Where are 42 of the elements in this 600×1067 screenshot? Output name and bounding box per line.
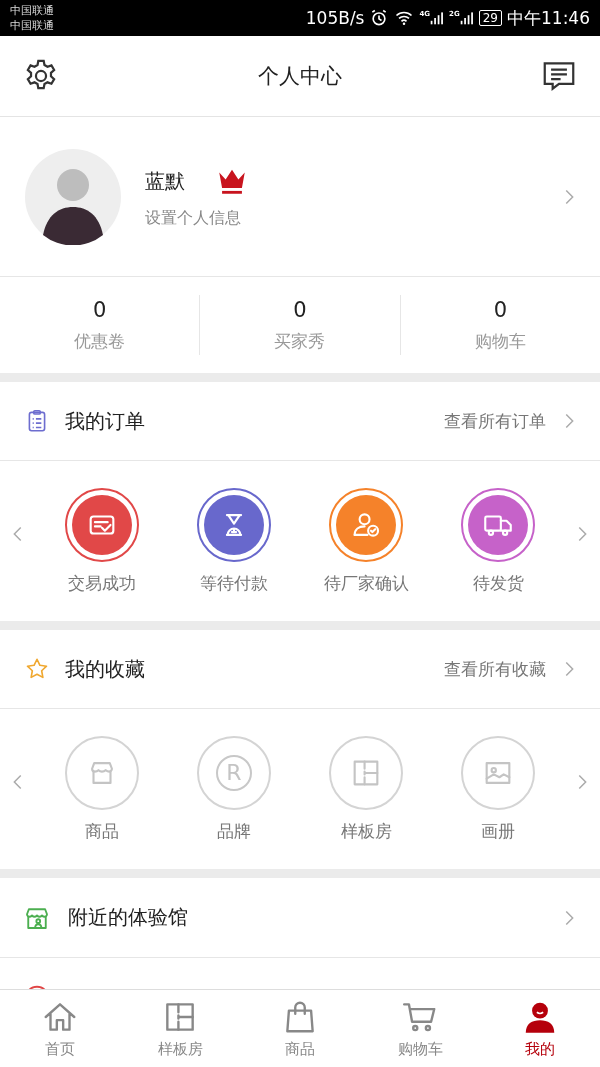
category-button[interactable] bbox=[197, 487, 271, 562]
category-button[interactable] bbox=[329, 487, 403, 562]
network-speed: 105B/s bbox=[305, 8, 365, 28]
category-label: 品牌 bbox=[217, 819, 251, 843]
category-label: 待发货 bbox=[472, 571, 524, 595]
tab[interactable]: 购物车 bbox=[360, 990, 480, 1067]
section-title: 我的订单 bbox=[65, 407, 146, 435]
stat-label: 购物车 bbox=[474, 329, 526, 353]
profile-subtitle: 设置个人信息 bbox=[145, 208, 242, 229]
stat-label: 优惠卷 bbox=[74, 329, 126, 353]
carrier-name: 中国联通 bbox=[10, 18, 54, 33]
tab[interactable]: 样板房 bbox=[120, 990, 240, 1067]
category-label: 交易成功 bbox=[68, 571, 136, 595]
section-header[interactable]: 我的订单 查看所有订单 bbox=[0, 382, 600, 461]
clock-time: 中午11:46 bbox=[507, 6, 590, 30]
section-header[interactable]: 我的收藏 查看所有收藏 bbox=[0, 630, 600, 709]
page-title: 个人中心 bbox=[258, 63, 342, 90]
tab[interactable]: 我的 bbox=[480, 990, 600, 1067]
category-label: 等待付款 bbox=[200, 571, 268, 595]
menu-item[interactable]: 附近的体验馆 bbox=[0, 878, 600, 958]
user-name: 蓝默 bbox=[145, 167, 185, 195]
stat-value: 0 bbox=[493, 297, 507, 322]
category-button[interactable] bbox=[461, 487, 535, 562]
category-label: 样板房 bbox=[340, 819, 392, 843]
view-all-link: 查看所有收藏 bbox=[444, 657, 546, 681]
category-button[interactable] bbox=[65, 487, 139, 562]
profile-card[interactable]: 蓝默 设置个人信息 bbox=[0, 117, 600, 277]
signal-icon bbox=[430, 10, 445, 26]
battery-level: 29 bbox=[478, 10, 502, 26]
category-label: 商品 bbox=[85, 819, 119, 843]
category-label: 画册 bbox=[481, 819, 515, 843]
tab[interactable]: 首页 bbox=[0, 990, 120, 1067]
stat-value: 0 bbox=[92, 297, 107, 322]
category-label: 待厂家确认 bbox=[323, 571, 409, 595]
stat-label: 买家秀 bbox=[274, 329, 326, 353]
carrier-name: 中国联通 bbox=[10, 3, 54, 18]
registered-mark-icon: R bbox=[226, 760, 242, 785]
view-all-link: 查看所有订单 bbox=[444, 409, 546, 433]
stat-value: 0 bbox=[293, 297, 307, 322]
tab[interactable]: 商品 bbox=[240, 990, 360, 1067]
signal-icon bbox=[459, 10, 474, 26]
section-title: 我的收藏 bbox=[65, 655, 146, 683]
